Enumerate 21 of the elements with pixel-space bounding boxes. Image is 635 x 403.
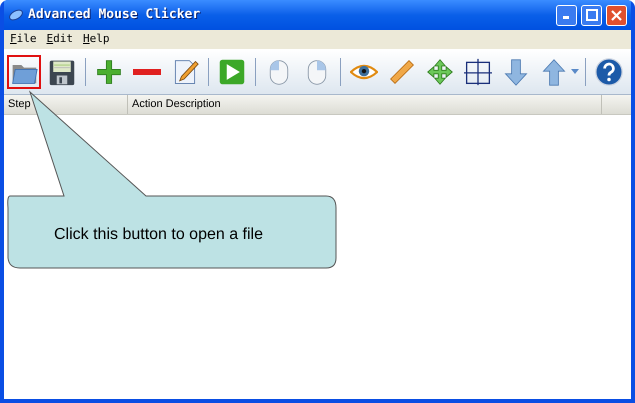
move-arrows-icon [426, 58, 454, 86]
menu-item[interactable]: File [10, 31, 36, 48]
help-icon [595, 58, 623, 86]
play-icon [218, 58, 246, 86]
close-icon [611, 10, 622, 20]
maximize-button[interactable] [581, 4, 602, 26]
maximize-icon [586, 9, 598, 21]
callout-text: Click this button to open a file [54, 225, 264, 245]
close-button[interactable] [606, 4, 627, 26]
dropdown-caret-icon[interactable] [571, 69, 579, 74]
menu-item[interactable]: Edit [46, 31, 73, 48]
menu-item[interactable]: Help [83, 31, 110, 48]
window-title: Advanced Mouse Clicker [28, 6, 200, 24]
minus-icon [133, 68, 161, 74]
minimize-button[interactable] [556, 4, 577, 26]
plus-icon [95, 58, 123, 86]
ruler-icon [388, 58, 416, 86]
column-header[interactable]: Action Description [128, 95, 602, 114]
crosshair-frame-icon [464, 58, 492, 86]
down-arrow-icon [502, 58, 530, 86]
up-arrow-icon [540, 58, 568, 86]
